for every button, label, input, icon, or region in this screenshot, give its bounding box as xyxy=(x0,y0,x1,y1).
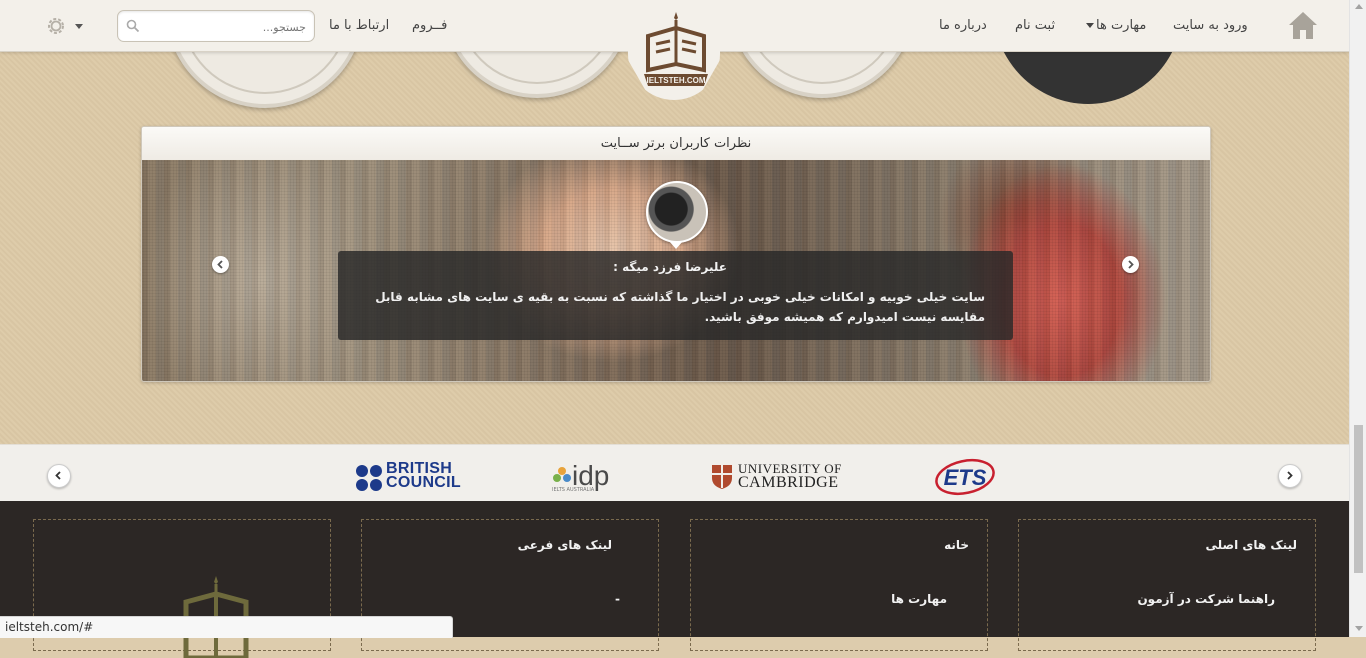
gear-icon[interactable] xyxy=(45,15,67,37)
browser-status-bar: ieltsteh.com/# xyxy=(0,616,453,638)
ets-logo[interactable]: ETS xyxy=(934,457,998,497)
vertical-scrollbar[interactable] xyxy=(1349,0,1366,637)
search-input[interactable] xyxy=(144,16,308,38)
nav-about-link[interactable]: درباره ما xyxy=(939,18,987,33)
user-avatar xyxy=(646,181,708,243)
cambridge-crest-icon xyxy=(712,465,732,489)
footer-logo[interactable] xyxy=(178,568,254,658)
cambridge-line-2: CAMBRIDGE xyxy=(738,474,839,491)
scrollbar-thumb[interactable] xyxy=(1354,425,1363,573)
testimonial-text: سایت خیلی خوبیه و امکانات خیلی خوبی در ا… xyxy=(375,290,985,324)
scroll-down-arrow-icon[interactable] xyxy=(1355,626,1363,631)
settings-caret-icon[interactable] xyxy=(75,24,83,29)
idp-subtext: IELTS AUSTRALIA xyxy=(552,487,595,493)
testimonial-quote-box: علیرضا فرزد میگه : سایت خیلی خوبیه و امک… xyxy=(338,251,1013,340)
slide-prev-button[interactable] xyxy=(212,256,229,273)
chevron-right-icon xyxy=(1287,471,1293,480)
search-box xyxy=(117,10,315,42)
chevron-left-icon xyxy=(55,471,61,480)
idp-mark-icon xyxy=(553,467,571,482)
chevron-left-icon xyxy=(217,260,223,269)
nav-contact-link[interactable]: ارتباط با ما xyxy=(329,18,389,33)
footer-home-box: خانه مهارت ها xyxy=(690,519,988,651)
footer-skills-link[interactable]: مهارت ها xyxy=(891,592,947,606)
idp-logo[interactable]: idp IELTS AUSTRALIA xyxy=(550,461,614,494)
home-icon[interactable] xyxy=(1287,9,1319,41)
partners-next-button[interactable] xyxy=(1278,464,1302,488)
testimonials-panel: نظرات کاربران برتر ســایت علیرضا فرزد می… xyxy=(141,126,1211,382)
status-url: ieltsteh.com/# xyxy=(5,620,94,634)
bc-line-2: COUNCIL xyxy=(386,474,461,491)
nav-register-link[interactable]: ثبت نام xyxy=(1015,18,1055,33)
logo-text: IELTSTEH.COM xyxy=(647,76,706,85)
partners-prev-button[interactable] xyxy=(47,464,71,488)
caret-down-icon xyxy=(1086,23,1094,28)
testimonial-author: علیرضا فرزد میگه : xyxy=(613,260,727,274)
testimonials-title: نظرات کاربران برتر ســایت xyxy=(142,127,1210,161)
footer-main-links-title: لینک های اصلی xyxy=(1205,538,1297,552)
search-icon[interactable] xyxy=(126,19,140,33)
nav-skills-label: مهارت ها xyxy=(1096,18,1147,33)
ets-text: ETS xyxy=(944,465,987,490)
avatar-pointer xyxy=(669,241,683,249)
footer-main-links-box: لینک های اصلی راهنما شرکت در آزمون xyxy=(1018,519,1316,651)
nav-skills-dropdown[interactable]: مهارت ها xyxy=(1086,18,1146,33)
footer-exam-guide-link[interactable]: راهنما شرکت در آزمون xyxy=(1137,592,1275,606)
slide-next-button[interactable] xyxy=(1122,256,1139,273)
partners-strip: BRITISH COUNCIL idp IELTS AUSTRALIA UNIVE… xyxy=(0,444,1349,502)
site-logo[interactable]: IELTSTEH.COM xyxy=(640,10,712,94)
testimonial-slide: علیرضا فرزد میگه : سایت خیلی خوبیه و امک… xyxy=(142,160,1210,381)
footer-home-title[interactable]: خانه xyxy=(944,538,969,552)
footer-sub-link[interactable]: - xyxy=(615,592,620,606)
chevron-right-icon xyxy=(1128,260,1134,269)
footer-sub-links-title: لینک های فرعی xyxy=(517,538,612,552)
nav-login-link[interactable]: ورود به سایت xyxy=(1173,18,1248,33)
nav-forum-link[interactable]: فــروم xyxy=(412,18,447,33)
scroll-up-arrow-icon[interactable] xyxy=(1355,4,1363,9)
british-council-dots-icon xyxy=(356,465,382,491)
